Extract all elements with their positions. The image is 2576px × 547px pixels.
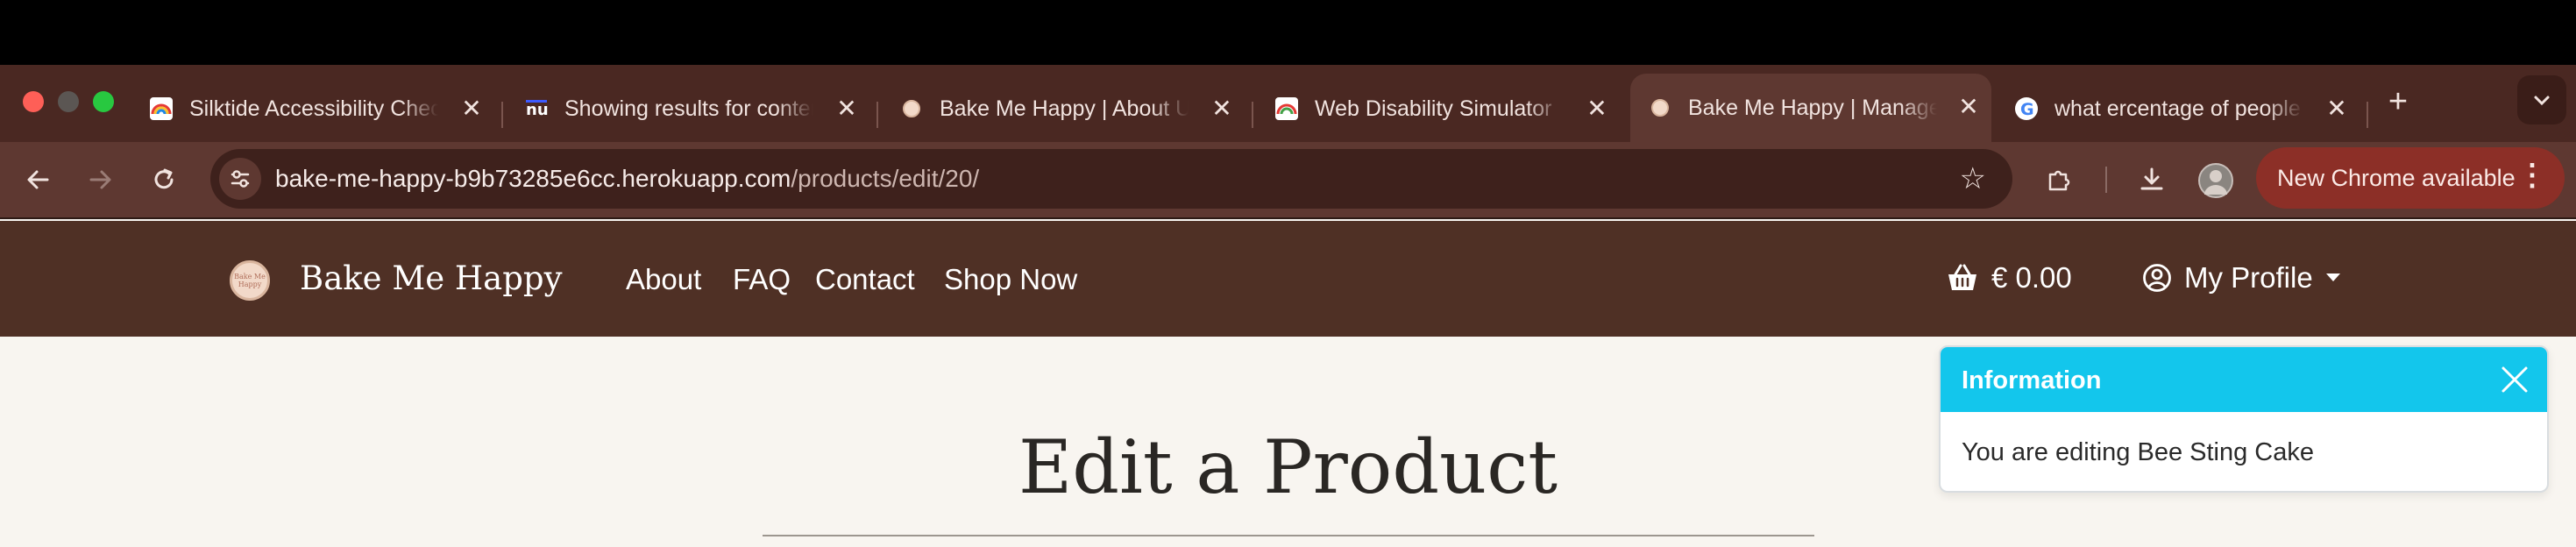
arrow-right-icon: [89, 170, 111, 189]
arrow-left-icon: [27, 170, 49, 189]
tab-title: Web Disability Simulator: [1315, 96, 1552, 121]
browser-tab[interactable]: nu Showing results for contents ✕: [512, 75, 869, 142]
tab-separator: [501, 102, 503, 128]
window-minimize-button[interactable]: [58, 91, 79, 112]
profile-label: My Profile: [2184, 261, 2313, 294]
chevron-down-icon: [2534, 96, 2550, 106]
new-tab-button[interactable]: +: [2381, 84, 2416, 119]
back-button[interactable]: [18, 160, 58, 200]
tab-title: Showing results for contents: [564, 96, 813, 121]
nav-link-shop-now[interactable]: Shop Now: [944, 263, 1077, 296]
basket-icon: [1948, 264, 1976, 290]
silktide-rainbow-icon: [149, 96, 174, 121]
nav-link-contact[interactable]: Contact: [815, 263, 915, 296]
browser-toolbar: bake-me-happy-b9b73285e6cc.herokuapp.com…: [0, 142, 2576, 217]
disability-simulator-icon: [1274, 96, 1299, 121]
url-path: /products/edit/20/: [791, 165, 980, 192]
brand-name[interactable]: Bake Me Happy: [300, 259, 562, 297]
address-bar[interactable]: bake-me-happy-b9b73285e6cc.herokuapp.com…: [210, 149, 2012, 209]
toast-title: Information: [1962, 366, 2102, 394]
toast-message: You are editing Bee Sting Cake: [1962, 438, 2314, 466]
window-zoom-button[interactable]: [93, 91, 114, 112]
url-host: bake-me-happy-b9b73285e6cc.herokuapp.com: [275, 165, 791, 192]
cart-total: € 0.00: [1991, 261, 2072, 294]
reload-icon: [154, 168, 174, 189]
my-profile-dropdown[interactable]: My Profile: [2142, 261, 2341, 295]
nu-html-checker-icon: nu: [524, 96, 549, 121]
more-menu-icon[interactable]: ⋮: [2517, 158, 2547, 193]
nav-link-about[interactable]: About: [626, 263, 701, 296]
close-icon[interactable]: ✕: [1583, 95, 1611, 123]
cart-button[interactable]: € 0.00: [1946, 261, 2072, 295]
avatar-person-icon: [2204, 170, 2227, 195]
google-g-icon: G: [2014, 96, 2039, 121]
forward-button[interactable]: [81, 160, 121, 200]
user-circle-icon: [2143, 264, 2171, 292]
tab-search-button[interactable]: [2517, 75, 2566, 124]
site-info-button[interactable]: [219, 158, 261, 200]
window-close-button[interactable]: [23, 91, 44, 112]
browser-tab[interactable]: Web Disability Simulator ✕: [1262, 75, 1620, 142]
tab-separator: [1252, 102, 1253, 128]
site-logo[interactable]: Bake Me Happy: [230, 260, 270, 301]
toast-header: Information: [1941, 347, 2547, 412]
info-toast: Information You are editing Bee Sting Ca…: [1939, 345, 2549, 493]
close-icon[interactable]: ✕: [1955, 93, 1983, 121]
url-text[interactable]: bake-me-happy-b9b73285e6cc.herokuapp.com…: [275, 165, 979, 193]
tune-icon: [231, 170, 250, 188]
bookmark-star-icon[interactable]: ☆: [1960, 161, 1986, 196]
toolbar-divider: [2105, 167, 2107, 193]
bake-me-happy-favicon: [1648, 96, 1672, 120]
tab-title: Bake Me Happy | About Us: [940, 96, 1189, 121]
nav-link-faq[interactable]: FAQ: [733, 263, 791, 296]
title-divider: [763, 535, 1814, 536]
tab-separator: [876, 102, 878, 128]
browser-tab[interactable]: Bake Me Happy | About Us ✕: [887, 75, 1245, 142]
browser-tab[interactable]: Silktide Accessibility Checker ✕: [137, 75, 494, 142]
browser-tab[interactable]: G what ercentage of people ✕: [2002, 75, 2360, 142]
tab-title: Bake Me Happy | Manage Products: [1688, 95, 1937, 120]
svg-text:nu: nu: [526, 101, 549, 119]
download-icon: [2140, 167, 2163, 190]
avatar[interactable]: [2198, 163, 2233, 198]
reload-button[interactable]: [144, 160, 184, 200]
browser-tab-strip: Silktide Accessibility Checker ✕ nu Show…: [0, 65, 2576, 142]
close-icon[interactable]: ✕: [1208, 95, 1236, 123]
extensions-button[interactable]: [2039, 160, 2079, 200]
update-label: New Chrome available: [2277, 164, 2516, 191]
new-chrome-available-button[interactable]: New Chrome available ⋮: [2256, 147, 2565, 209]
tab-title: what ercentage of people: [2054, 96, 2301, 121]
caret-down-icon: [2325, 274, 2340, 281]
site-navbar: Bake Me Happy Bake Me Happy About FAQ Co…: [0, 221, 2576, 337]
os-top-bar: [0, 0, 2576, 65]
close-icon[interactable]: ✕: [458, 95, 486, 123]
browser-tab-active[interactable]: Bake Me Happy | Manage Products ✕: [1630, 74, 1991, 142]
tab-separator: [2367, 102, 2368, 128]
svg-text:G: G: [2020, 100, 2034, 119]
logo-text: Bake Me Happy: [234, 273, 266, 288]
downloads-button[interactable]: [2132, 160, 2172, 200]
bake-me-happy-favicon: [899, 96, 924, 121]
puzzle-icon: [2048, 170, 2070, 191]
tab-title: Silktide Accessibility Checker: [189, 96, 438, 121]
close-icon[interactable]: ✕: [2323, 95, 2351, 123]
close-icon[interactable]: [2498, 363, 2531, 396]
close-icon[interactable]: ✕: [833, 95, 861, 123]
